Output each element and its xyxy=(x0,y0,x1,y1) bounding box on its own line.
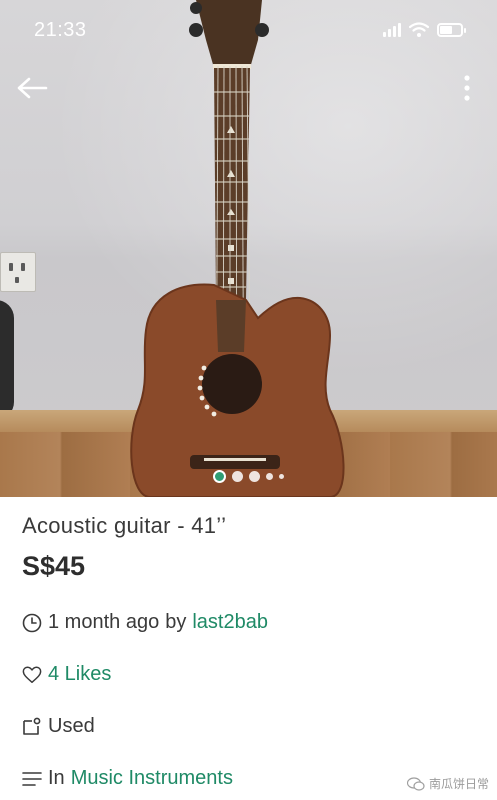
cellular-signal-icon xyxy=(383,23,401,37)
likes-count[interactable]: 4 Likes xyxy=(48,663,111,686)
likes-row[interactable]: 4 Likes xyxy=(22,663,111,686)
battery-level xyxy=(440,26,452,34)
more-vertical-icon xyxy=(464,75,470,101)
carousel-dot[interactable] xyxy=(232,471,243,482)
carousel-indicator[interactable] xyxy=(0,470,497,483)
wechat-logo-icon xyxy=(406,776,425,791)
category-link[interactable]: Music Instruments xyxy=(71,767,233,790)
back-button[interactable] xyxy=(14,70,50,106)
status-icons xyxy=(383,22,466,38)
clock-icon xyxy=(22,613,42,633)
seller-link[interactable]: last2bab xyxy=(192,611,268,634)
watermark-text: 南瓜饼日常 xyxy=(428,777,489,791)
arrow-left-icon xyxy=(17,77,48,99)
posted-time: 1 month ago xyxy=(48,611,160,633)
condition-row: Used xyxy=(22,715,95,738)
listing-title: Acoustic guitar - 41’’ xyxy=(22,513,227,538)
list-icon xyxy=(22,769,42,789)
wifi-icon xyxy=(409,22,429,37)
carousel-dot[interactable] xyxy=(249,471,260,482)
posted-row: 1 month ago by last2bab xyxy=(22,611,268,634)
carousel-dot[interactable] xyxy=(279,474,284,479)
category-in-label: In xyxy=(48,767,65,789)
carousel-dot[interactable] xyxy=(213,470,226,483)
heart-icon[interactable] xyxy=(22,665,42,685)
guitar-illustration xyxy=(130,0,345,497)
listing-price: S$45 xyxy=(22,551,86,581)
more-options-button[interactable] xyxy=(455,70,479,106)
battery-icon xyxy=(437,23,466,37)
watermark: 南瓜饼日常 xyxy=(406,775,489,792)
category-row: In Music Instruments xyxy=(22,767,233,790)
posted-by-label: by xyxy=(165,611,187,633)
condition-value: Used xyxy=(48,715,95,737)
carousel-dot[interactable] xyxy=(266,473,273,480)
listing-photo[interactable]: 21:33 xyxy=(0,0,497,497)
status-time: 21:33 xyxy=(34,18,87,41)
tag-condition-icon xyxy=(22,717,42,737)
status-bar: 21:33 xyxy=(0,0,497,60)
